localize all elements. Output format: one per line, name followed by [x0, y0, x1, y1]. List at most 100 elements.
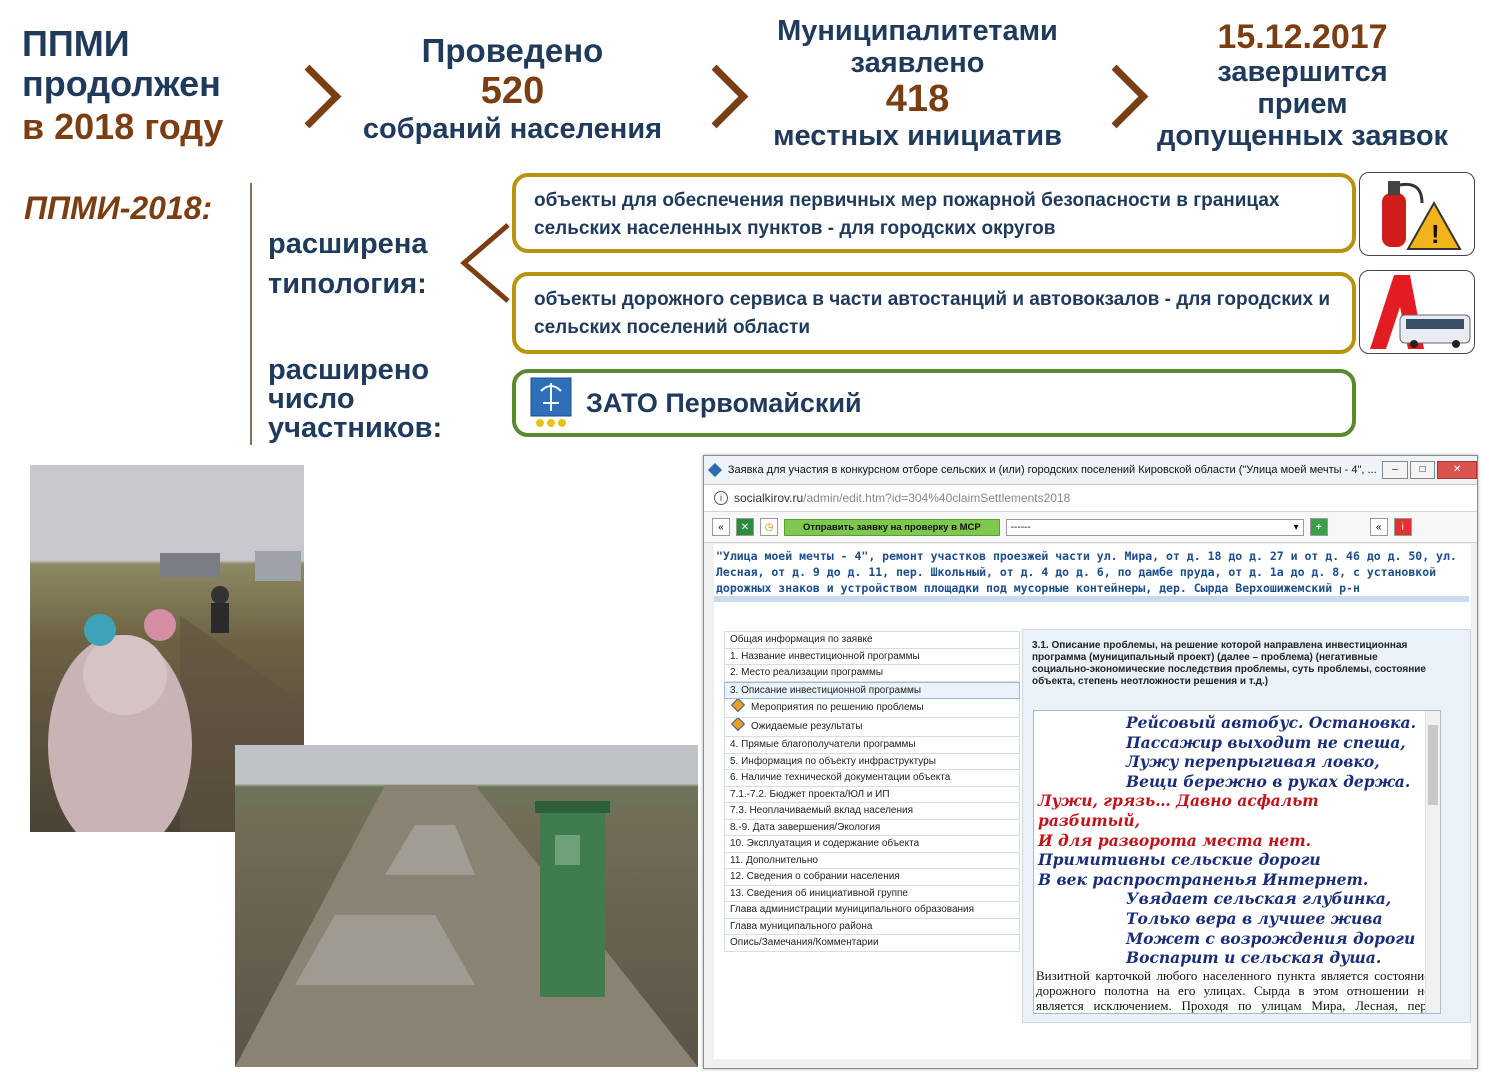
chevron-right-icon — [277, 64, 342, 129]
window-titlebar[interactable]: Заявка для участия в конкурсном отборе с… — [704, 456, 1477, 485]
typology-label: расширена типология: — [268, 224, 427, 304]
nav-item[interactable]: Общая информация по заявке — [724, 631, 1020, 649]
nav-item[interactable]: Глава муниципального района — [724, 918, 1020, 935]
nav-item-label: 12. Сведения о собрании населения — [730, 871, 900, 882]
step-meetings: Проведено 520 собраний населения — [335, 32, 690, 146]
nav-item[interactable]: Мероприятия по решению проблемы — [724, 699, 1020, 718]
step3-number: 418 — [885, 78, 950, 120]
step-initiatives: Муниципалитетами заявлено 418 местных ин… — [740, 14, 1095, 152]
participants-label: расширено число участников: — [268, 356, 442, 443]
step1-line1: ППМИ — [22, 23, 130, 64]
poem-line: Только вера в лучшее жива — [1126, 908, 1383, 928]
status-select-value: ------ — [1010, 521, 1031, 533]
chevron-right-icon — [684, 64, 749, 129]
nav-item[interactable]: 13. Сведения об инициативной группе — [724, 885, 1020, 902]
poem-line: Может с возрождения дороги — [1126, 928, 1416, 948]
poem-line: Лужу перепрыгивая ловко, — [1126, 752, 1380, 772]
close-button[interactable]: ✕ — [1437, 461, 1477, 479]
prose-text: Визитной карточкой любого населенного пу… — [1036, 967, 1430, 1013]
participants-label-line1: расширено — [268, 354, 430, 386]
excel-icon[interactable]: ✕ — [736, 518, 754, 536]
step1-line3: в 2018 году — [22, 106, 224, 147]
clock-icon[interactable]: ◷ — [760, 518, 778, 536]
window-app-icon — [707, 462, 722, 478]
nav-item-label: Общая информация по заявке — [730, 634, 873, 645]
nav-item[interactable]: Глава администрации муниципального образ… — [724, 902, 1020, 919]
send-for-review-button[interactable]: Отправить заявку на проверку в МСР — [784, 518, 1000, 536]
step-ppmi-continued: ППМИ продолжен в 2018 году — [22, 24, 267, 147]
url-host: socialkirov.ru — [734, 491, 804, 505]
form-content: "Улица моей мечты - 4", ремонт участков … — [714, 544, 1471, 1059]
nav-item[interactable]: 12. Сведения о собрании населения — [724, 869, 1020, 886]
chevron-down-icon: ▾ — [1293, 521, 1299, 533]
zato-label: ЗАТО Первомайский — [586, 388, 862, 418]
application-window[interactable]: Заявка для участия в конкурсном отборе с… — [703, 455, 1478, 1069]
ppmi-2018-label: ППМИ-2018: — [24, 190, 213, 226]
nav-item-label: Глава администрации муниципального образ… — [730, 904, 975, 915]
window-title: Заявка для участия в конкурсном отборе с… — [727, 464, 1377, 476]
collapse-left-icon[interactable]: « — [712, 518, 730, 536]
nav-item[interactable]: 7.1.-7.2. Бюджет проекта/ЮЛ и ИП — [724, 786, 1020, 803]
step3-line4: местных инициатив — [773, 120, 1062, 152]
typology-label-line2: типология: — [268, 268, 427, 300]
collapse-right-icon[interactable]: « — [1369, 518, 1388, 536]
maximize-button[interactable]: □ — [1409, 461, 1436, 479]
nav-item-label: 6. Наличие технической документации объе… — [730, 772, 951, 783]
nav-item[interactable]: 10. Эксплуатация и содержание объекта — [724, 836, 1020, 853]
nav-item-label: 13. Сведения об инициативной группе — [730, 887, 908, 899]
step4-date: 15.12.2017 — [1217, 18, 1388, 56]
scrollbar-thumb[interactable] — [1428, 725, 1438, 805]
toolbar: « ✕ ◷ Отправить заявку на проверку в МСР… — [704, 512, 1477, 543]
poem-line: Воспарит и сельская душа. — [1126, 948, 1382, 968]
nav-item[interactable]: 8.-9. Дата завершения/Экология — [724, 819, 1020, 836]
nav-item-label: Ожидаемые результаты — [751, 721, 863, 732]
poem-line: Лужи, грязь… Давно асфальт разбитый, — [1038, 791, 1319, 830]
nav-item-label: 2. Место реализации программы — [730, 667, 884, 678]
poem-line: Вещи бережно в руках держа. — [1126, 771, 1411, 791]
description-textarea[interactable]: Рейсовый автобус. Остановка. Пассажир вых… — [1033, 710, 1441, 1014]
poem-line: Увядает сельская глубинка, — [1126, 889, 1392, 909]
nav-item[interactable]: 4. Прямые благополучатели программы — [724, 737, 1020, 754]
nav-item[interactable]: Опись/Замечания/Комментарии — [724, 935, 1020, 952]
nav-item[interactable]: 1. Название инвестиционной программы — [724, 648, 1020, 665]
nav-item-label: 7.1.-7.2. Бюджет проекта/ЮЛ и ИП — [730, 788, 890, 800]
nav-item[interactable]: 2. Место реализации программы — [724, 665, 1020, 682]
heading-strip — [714, 596, 1469, 602]
nav-item-label: 4. Прямые благополучатели программы — [730, 739, 916, 750]
nav-item[interactable]: Ожидаемые результаты — [724, 718, 1020, 737]
typology-card-fire-safety: объекты для обеспечения первичных мер по… — [512, 173, 1356, 253]
nav-item[interactable]: 6. Наличие технической документации объе… — [724, 770, 1020, 787]
add-icon[interactable]: + — [1309, 518, 1328, 536]
step1-line2: продолжен — [22, 63, 221, 104]
coat-of-arms-icon — [530, 377, 572, 427]
poem-line: Примитивны сельские дороги — [1038, 850, 1321, 870]
textarea-scrollbar[interactable] — [1425, 711, 1440, 1013]
nav-item-label: 1. Название инвестиционной программы — [730, 650, 920, 662]
typology-label-line1: расширена — [268, 228, 428, 260]
project-heading: "Улица моей мечты - 4", ремонт участков … — [716, 549, 1457, 595]
section-divider — [250, 183, 252, 445]
participants-label-line3: участников: — [268, 412, 443, 444]
address-bar[interactable]: i socialkirov.ru/admin/edit.htm?id=304%4… — [704, 485, 1477, 512]
participants-label-line2: число — [268, 383, 355, 415]
nav-item-label: 8.-9. Дата завершения/Экология — [730, 821, 881, 833]
step3-line2: заявлено — [850, 47, 985, 79]
nav-item-label: 5. Информация по объекту инфраструктуры — [730, 755, 936, 767]
info-red-icon[interactable]: i — [1393, 518, 1412, 536]
step3-line1: Муниципалитетами — [777, 15, 1058, 47]
nav-item[interactable]: 11. Дополнительно — [724, 852, 1020, 869]
nav-item-label: Мероприятия по решению проблемы — [751, 702, 924, 713]
status-select[interactable]: ------ ▾ — [1005, 518, 1304, 536]
step4-line3: прием — [1257, 88, 1348, 120]
nav-item-label: Глава муниципального района — [730, 920, 873, 932]
nav-item-label: 10. Эксплуатация и содержание объекта — [730, 838, 920, 849]
poem-line: Рейсовый автобус. Остановка. — [1126, 713, 1416, 732]
nav-item[interactable]: 7.3. Неоплачиваемый вклад населения — [724, 803, 1020, 820]
section-title: 3.1. Описание проблемы, на решение котор… — [1032, 640, 1426, 687]
nav-item[interactable]: 5. Информация по объекту инфраструктуры — [724, 753, 1020, 770]
section-panel: 3.1. Описание проблемы, на решение котор… — [1022, 629, 1471, 1023]
minimize-button[interactable]: – — [1382, 461, 1408, 479]
step2-line3: собраний населения — [362, 113, 663, 145]
nav-item[interactable]: 3. Описание инвестиционной программы — [724, 681, 1020, 699]
poem-line: Пассажир выходит не спеша, — [1126, 732, 1406, 752]
